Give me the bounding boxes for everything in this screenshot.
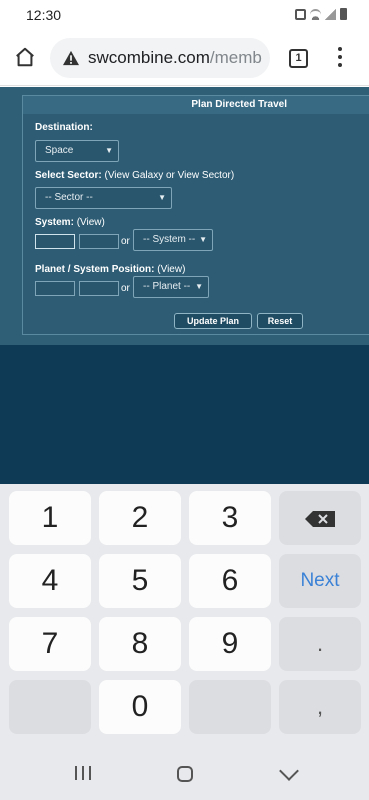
browser-toolbar: swcombine.com/memb 1 (0, 30, 369, 86)
system-view-link[interactable]: (View) (77, 217, 105, 228)
battery-icon (340, 8, 347, 20)
wifi-icon (310, 8, 321, 20)
warning-icon[interactable] (62, 50, 80, 66)
planet-or-text: or (121, 283, 130, 294)
url-text: swcombine.com/memb (88, 48, 262, 68)
url-host: swcombine.com (88, 48, 210, 67)
more-menu-icon[interactable] (336, 47, 344, 69)
key-2[interactable]: 2 (99, 491, 181, 545)
status-time: 12:30 (26, 7, 62, 23)
next-key[interactable]: Next (279, 554, 361, 608)
numeric-keyboard: 1 2 3 4 5 6 Next 7 8 9 . 0 , (0, 484, 369, 744)
system-select[interactable]: -- System -- ▼ (133, 229, 213, 251)
system-label: System: (View) (35, 217, 105, 228)
chevron-down-icon: ▼ (105, 146, 113, 155)
blank-key-right (189, 680, 271, 734)
home-nav-icon[interactable] (177, 766, 193, 782)
key-1[interactable]: 1 (9, 491, 91, 545)
key-9[interactable]: 9 (189, 617, 271, 671)
sector-label: Select Sector: (View Galaxy or View Sect… (35, 170, 235, 181)
status-bar: 12:30 (0, 0, 369, 30)
planet-x-input[interactable] (35, 281, 75, 296)
dot-key[interactable]: . (279, 617, 361, 671)
sector-value: -- Sector -- (45, 192, 93, 203)
system-or-text: or (121, 236, 130, 247)
status-icons (295, 8, 347, 20)
planet-label: Planet / System Position: (View) (35, 264, 186, 275)
blank-key-left (9, 680, 91, 734)
recent-apps-icon[interactable] (75, 766, 91, 780)
panel-background: Plan Directed Travel Destination: Space ▼… (0, 87, 369, 345)
comma-key[interactable]: , (279, 680, 361, 734)
destination-select[interactable]: Space ▼ (35, 140, 119, 162)
system-y-input[interactable] (79, 234, 119, 249)
planet-select[interactable]: -- Planet -- ▼ (133, 276, 209, 298)
url-path: /memb (209, 48, 262, 67)
web-content: Plan Directed Travel Destination: Space ▼… (0, 87, 369, 484)
destination-value: Space (45, 145, 74, 156)
key-4[interactable]: 4 (9, 554, 91, 608)
key-7[interactable]: 7 (9, 617, 91, 671)
chevron-down-icon: ▼ (158, 193, 166, 202)
key-0[interactable]: 0 (99, 680, 181, 734)
home-icon[interactable] (14, 46, 36, 68)
back-chevron-icon[interactable] (279, 761, 299, 781)
key-3[interactable]: 3 (189, 491, 271, 545)
url-bar[interactable]: swcombine.com/memb (50, 38, 270, 78)
reset-button[interactable]: Reset (257, 313, 303, 329)
system-value: -- System -- (143, 234, 196, 245)
travel-form-panel: Plan Directed Travel Destination: Space ▼… (22, 95, 369, 335)
key-8[interactable]: 8 (99, 617, 181, 671)
system-nav-bar (0, 744, 369, 800)
backspace-key[interactable] (279, 491, 361, 545)
key-6[interactable]: 6 (189, 554, 271, 608)
key-5[interactable]: 5 (99, 554, 181, 608)
system-x-input[interactable] (35, 234, 75, 249)
sector-select[interactable]: -- Sector -- ▼ (35, 187, 172, 209)
planet-y-input[interactable] (79, 281, 119, 296)
backspace-icon (305, 511, 335, 528)
chevron-down-icon: ▼ (195, 282, 203, 291)
planet-view-link[interactable]: (View) (157, 264, 185, 275)
tab-switcher-button[interactable]: 1 (289, 49, 308, 68)
mute-icon (295, 8, 306, 20)
panel-title: Plan Directed Travel (23, 96, 369, 114)
planet-value: -- Planet -- (143, 281, 191, 292)
signal-icon (325, 8, 336, 20)
sector-view-links[interactable]: (View Galaxy or View Sector) (104, 170, 234, 181)
destination-label: Destination: (35, 122, 93, 133)
update-plan-button[interactable]: Update Plan (174, 313, 252, 329)
chevron-down-icon: ▼ (199, 235, 207, 244)
